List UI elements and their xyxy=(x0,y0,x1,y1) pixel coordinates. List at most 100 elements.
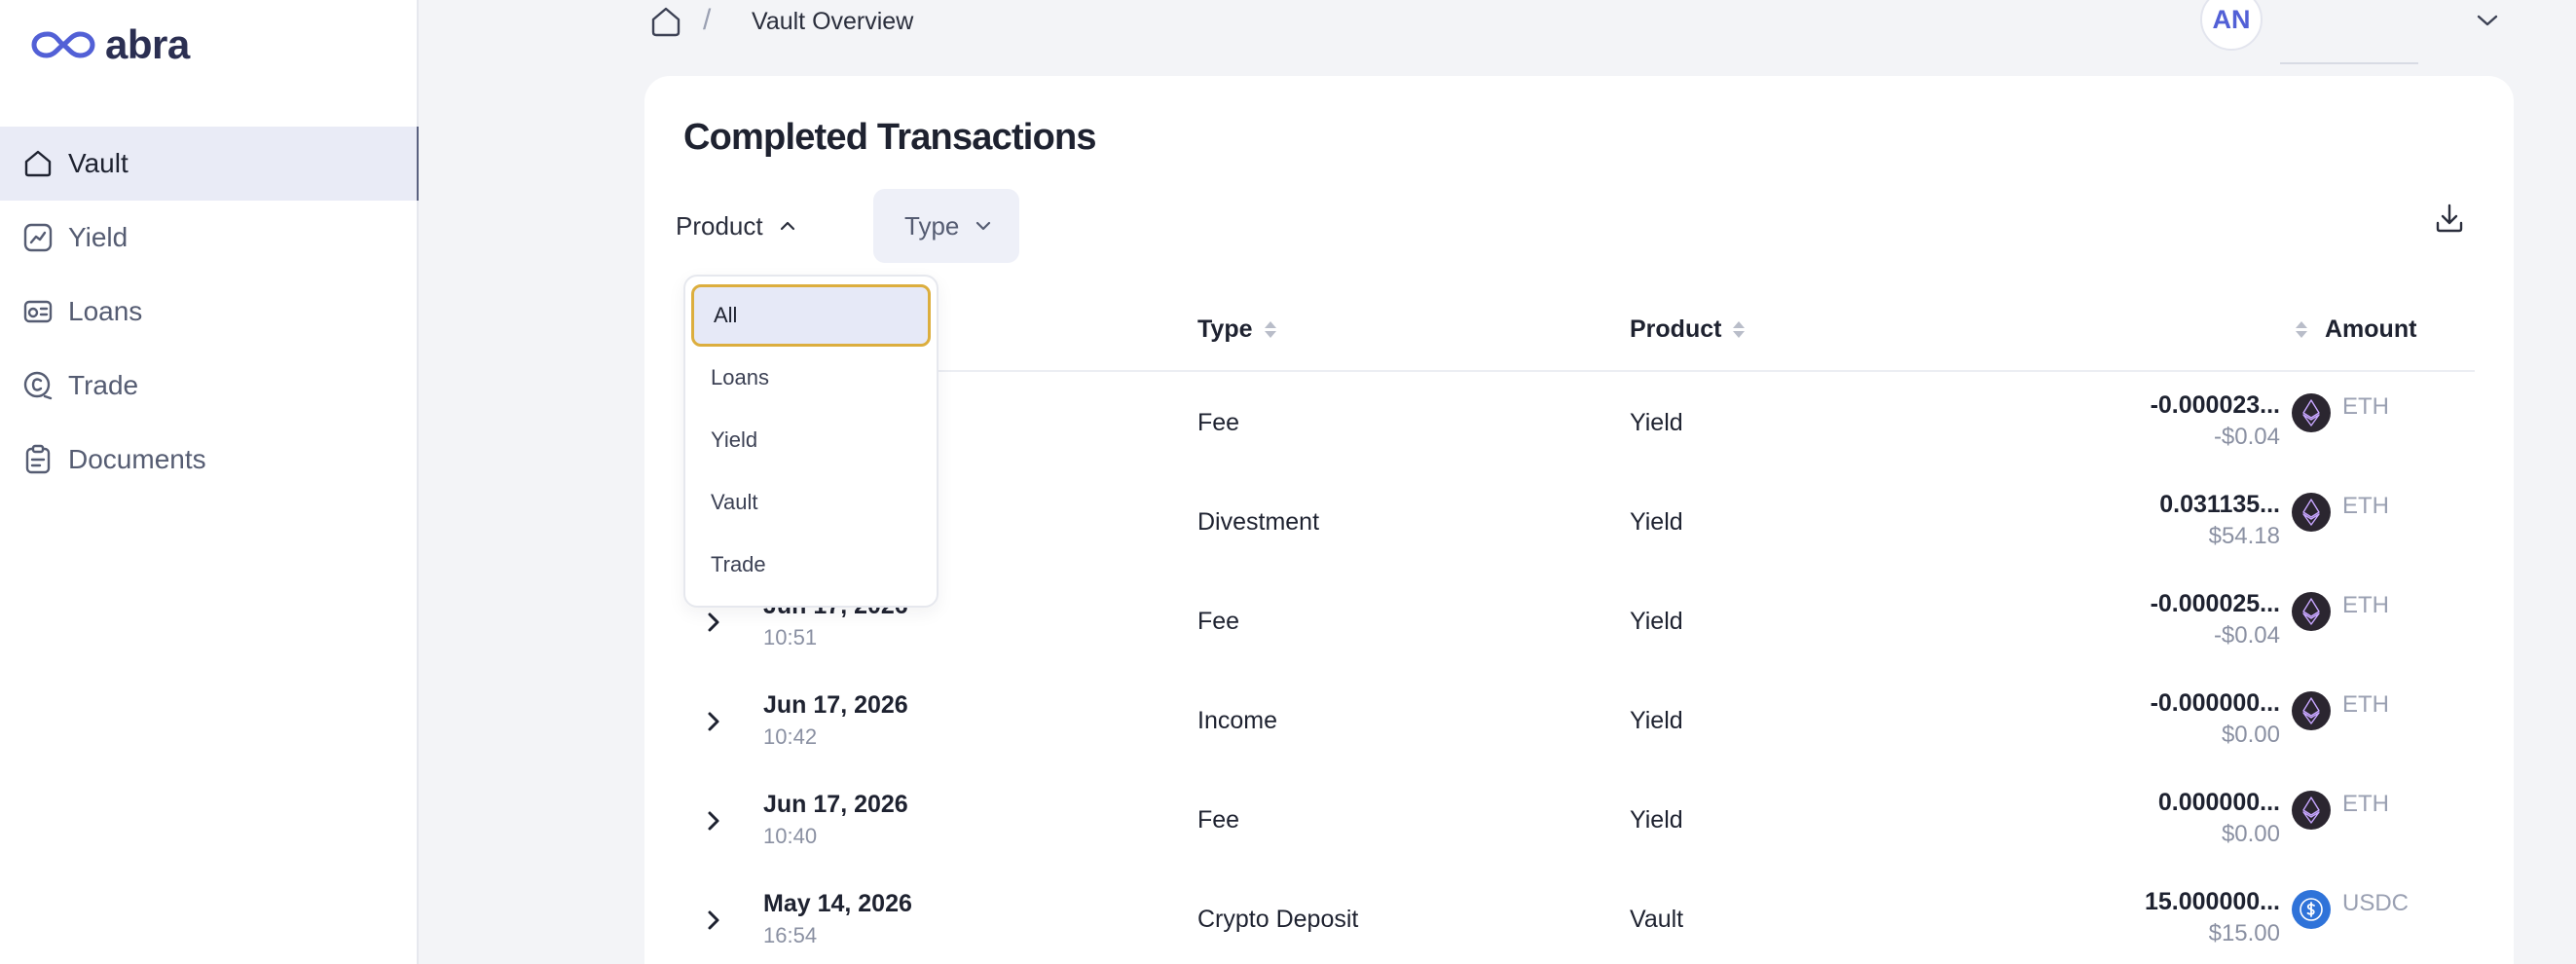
row-amount-crypto: 0.000000... xyxy=(2157,789,2280,816)
row-amount-fiat: -$0.04 xyxy=(2213,622,2280,649)
home-icon xyxy=(21,147,55,180)
row-product: Yield xyxy=(1630,608,1683,635)
row-amount-crypto: -0.000000... xyxy=(2150,689,2280,717)
sidebar-item-loans[interactable]: Loans xyxy=(0,275,419,349)
row-type: Crypto Deposit xyxy=(1197,906,1359,933)
row-amount-fiat: $0.00 xyxy=(2221,722,2280,748)
dropdown-option-yield[interactable]: Yield xyxy=(691,409,931,471)
row-type: Income xyxy=(1197,707,1277,734)
table-header: Type Product Amount xyxy=(683,302,2475,372)
row-product: Yield xyxy=(1630,806,1683,834)
trade-coin-icon xyxy=(21,369,55,402)
row-product: Yield xyxy=(1630,707,1683,734)
sidebar-item-vault[interactable]: Vault xyxy=(0,127,419,201)
row-asset: ETH xyxy=(2342,592,2389,618)
breadcrumb-separator: / xyxy=(703,4,712,36)
row-amount-crypto: -0.000025... xyxy=(2150,590,2280,617)
chevron-right-icon[interactable] xyxy=(693,900,734,941)
row-amount-crypto: -0.000023... xyxy=(2150,391,2280,419)
row-amount-fiat: $15.00 xyxy=(2208,920,2280,946)
row-product: Vault xyxy=(1630,906,1684,933)
row-amount-fiat: $54.18 xyxy=(2208,523,2280,549)
sidebar-item-trade[interactable]: Trade xyxy=(0,349,419,423)
eth-coin-icon xyxy=(2292,691,2331,730)
sort-icon xyxy=(1264,321,1276,338)
column-header-label: Amount xyxy=(2325,315,2417,343)
sidebar-item-label: Loans xyxy=(68,296,143,326)
type-filter-button[interactable]: Type xyxy=(873,189,1019,263)
eth-coin-icon xyxy=(2292,592,2331,631)
column-header-label: Type xyxy=(1197,315,1253,343)
avatar[interactable]: AN xyxy=(2200,0,2263,51)
row-asset: ETH xyxy=(2342,791,2389,817)
table-row[interactable]: Jun 17, 2026 10:51 Fee Yield -0.000025..… xyxy=(683,573,2475,672)
sidebar: abra Vault Yield Loans Trade Documents xyxy=(0,0,419,964)
column-header-type[interactable]: Type xyxy=(1197,315,1276,344)
row-type: Fee xyxy=(1197,608,1240,635)
eth-coin-icon xyxy=(2292,393,2331,432)
breadcrumb-home-icon[interactable] xyxy=(648,4,683,39)
download-icon[interactable] xyxy=(2430,199,2469,238)
product-dropdown-menu: All Loans Yield Vault Trade xyxy=(683,275,938,608)
row-product: Yield xyxy=(1630,409,1683,436)
chevron-down-icon[interactable] xyxy=(2473,6,2502,35)
row-amount-fiat: $0.00 xyxy=(2221,821,2280,847)
column-header-label: Product xyxy=(1630,315,1722,343)
row-amount: 0.031135... $54.18 xyxy=(2159,491,2280,550)
row-type: Fee xyxy=(1197,806,1240,834)
sidebar-item-label: Documents xyxy=(68,444,206,474)
row-time: 10:42 xyxy=(763,724,818,749)
chevron-right-icon[interactable] xyxy=(693,701,734,742)
row-amount: -0.000000... $0.00 xyxy=(2151,689,2280,749)
chevron-right-icon[interactable] xyxy=(693,602,734,643)
table-row[interactable]: Divestment Yield 0.031135... $54.18 ETH xyxy=(683,473,2475,573)
abra-logo[interactable]: abra xyxy=(31,21,190,68)
chevron-up-icon xyxy=(780,221,794,231)
row-time: 10:40 xyxy=(763,824,818,848)
table-row[interactable]: Jun 17, 2026 10:40 Fee Yield 0.000000...… xyxy=(683,771,2475,871)
eth-coin-icon xyxy=(2292,791,2331,830)
row-amount-crypto: 15.000000... xyxy=(2144,888,2280,915)
dropdown-option-trade[interactable]: Trade xyxy=(691,534,931,596)
page-title: Completed Transactions xyxy=(683,117,1097,158)
usdc-coin-icon xyxy=(2292,890,2331,929)
breadcrumb[interactable]: Vault Overview xyxy=(752,8,913,36)
chevron-right-icon[interactable] xyxy=(693,800,734,841)
row-time: 16:54 xyxy=(763,923,818,947)
table-row[interactable]: Fee Yield -0.000023... -$0.04 ETH xyxy=(683,374,2475,473)
logo-text: abra xyxy=(105,21,190,67)
infinity-logo-icon xyxy=(31,31,95,58)
type-filter-label: Type xyxy=(904,210,960,241)
dropdown-option-vault[interactable]: Vault xyxy=(691,471,931,534)
table-row[interactable]: May 14, 2026 16:54 Crypto Deposit Vault … xyxy=(683,871,2475,964)
sidebar-item-yield[interactable]: Yield xyxy=(0,201,419,275)
row-amount-fiat: -$0.04 xyxy=(2213,424,2280,450)
row-type: Divestment xyxy=(1197,508,1320,536)
chart-up-icon xyxy=(21,221,55,254)
column-header-amount[interactable]: Amount xyxy=(2296,315,2416,344)
dropdown-option-loans[interactable]: Loans xyxy=(691,347,931,409)
table-row[interactable]: Jun 17, 2026 10:42 Income Yield -0.00000… xyxy=(683,672,2475,771)
row-date: May 14, 2026 xyxy=(763,890,912,917)
sidebar-item-label: Trade xyxy=(68,370,139,400)
chevron-down-icon xyxy=(976,221,991,231)
column-header-product[interactable]: Product xyxy=(1630,315,1746,344)
product-filter-button[interactable]: Product xyxy=(644,189,859,263)
row-asset: ETH xyxy=(2342,393,2389,420)
clipboard-icon xyxy=(21,443,55,476)
row-date: Jun 17, 2026 xyxy=(763,691,908,719)
product-filter-label: Product xyxy=(676,210,763,241)
row-amount: 0.000000... $0.00 xyxy=(2158,789,2280,848)
row-asset: ETH xyxy=(2342,493,2389,519)
row-type: Fee xyxy=(1197,409,1240,436)
row-time: 10:51 xyxy=(763,625,818,649)
sidebar-item-label: Vault xyxy=(68,148,129,178)
sort-icon xyxy=(1733,321,1746,338)
row-product: Yield xyxy=(1630,508,1683,536)
row-asset: ETH xyxy=(2342,691,2389,718)
dropdown-option-all[interactable]: All xyxy=(691,284,931,347)
row-asset: USDC xyxy=(2342,890,2410,916)
sort-icon xyxy=(2296,321,2307,338)
row-amount: -0.000023... -$0.04 xyxy=(2151,391,2280,451)
sidebar-item-documents[interactable]: Documents xyxy=(0,423,419,497)
